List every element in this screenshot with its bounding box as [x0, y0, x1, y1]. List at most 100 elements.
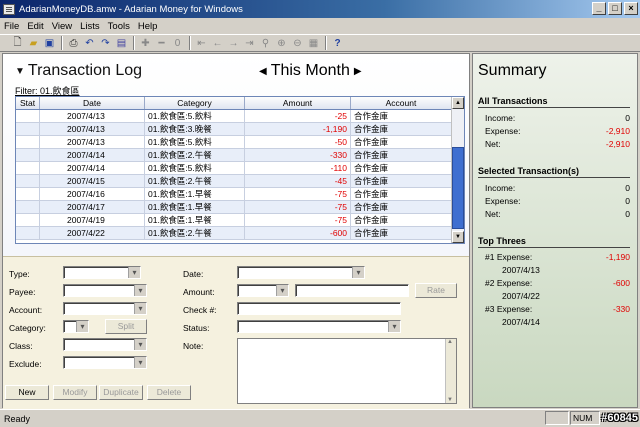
table-row[interactable]: 2007/4/17 01.飲食區:1.早餐 -75 合作金庫: [16, 201, 452, 214]
date-field[interactable]: [237, 266, 365, 279]
zoom-in-icon[interactable]: ⊕: [274, 36, 289, 50]
column-header-date[interactable]: Date: [40, 97, 145, 109]
menu-bar: File Edit View Lists Tools Help: [0, 18, 640, 34]
maximize-button[interactable]: □: [608, 2, 622, 15]
class-select[interactable]: [63, 338, 147, 351]
settings-icon[interactable]: ▦: [306, 36, 321, 50]
table-row[interactable]: 2007/4/14 01.飲食區:5.飲料 -110 合作金庫: [16, 162, 452, 175]
add-icon[interactable]: ✚: [138, 36, 153, 50]
help-icon[interactable]: ?: [330, 36, 345, 50]
top-expense-row: #3 Expense: -330: [485, 304, 630, 314]
account-cell: 合作金庫: [351, 123, 452, 135]
table-row[interactable]: 2007/4/13 01.飲食區:5.飲料 -25 合作金庫: [16, 110, 452, 123]
menu-view[interactable]: View: [52, 21, 72, 32]
last-icon[interactable]: ⇥: [242, 36, 257, 50]
column-header-amount[interactable]: Amount: [245, 97, 351, 109]
undo-icon[interactable]: ↶: [82, 36, 97, 50]
search-icon[interactable]: ⚲: [258, 36, 273, 50]
amount-cell: -50: [245, 136, 351, 148]
table-row[interactable]: 2007/4/13 01.飲食區:5.飲料 -50 合作金庫: [16, 136, 452, 149]
date-cell: 2007/4/13: [40, 123, 145, 135]
amount-label: Amount:: [183, 287, 215, 297]
category-cell: 01.飲食區:1.早餐: [145, 214, 245, 226]
grid-scrollbar[interactable]: ▲ ▼: [451, 97, 464, 243]
split-button[interactable]: Split: [105, 319, 147, 334]
column-header-stat[interactable]: Stat: [16, 97, 40, 109]
rate-button[interactable]: Rate: [415, 283, 457, 298]
check-number-label: Check #:: [183, 305, 217, 315]
modify-button[interactable]: Modify: [53, 385, 97, 400]
date-cell: 2007/4/14: [40, 149, 145, 161]
menu-help[interactable]: Help: [138, 21, 158, 32]
category-cell: 01.飲食區:5.飲料: [145, 162, 245, 174]
menu-lists[interactable]: Lists: [80, 21, 100, 32]
transaction-form: Type: Payee: Account: Category: Split Cl…: [3, 256, 469, 409]
table-row[interactable]: 2007/4/13 01.飲食區:3.晚餐 -1,190 合作金庫: [16, 123, 452, 136]
delete-button[interactable]: Delete: [147, 385, 191, 400]
note-textarea[interactable]: [237, 338, 457, 404]
duplicate-button[interactable]: Duplicate: [99, 385, 143, 400]
minimize-button[interactable]: _: [592, 2, 606, 15]
amount-field[interactable]: [295, 284, 409, 297]
column-header-account[interactable]: Account: [351, 97, 452, 109]
table-row[interactable]: 2007/4/22 01.飲食區:2.午餐 -600 合作金庫: [16, 227, 452, 240]
income-label: Income:: [485, 113, 516, 123]
menu-tools[interactable]: Tools: [108, 21, 130, 32]
scroll-thumb[interactable]: [452, 147, 464, 229]
amount-cell: -75: [245, 188, 351, 200]
summary-pane: Summary All Transactions Income: 0 Expens…: [472, 53, 638, 408]
next-period-icon[interactable]: ▶: [354, 66, 362, 77]
prev-icon[interactable]: ←: [210, 36, 225, 50]
status-select[interactable]: [237, 320, 401, 333]
top-expense-value: -600: [612, 278, 630, 288]
amount-cell: -1,190: [245, 123, 351, 135]
scroll-up-icon[interactable]: ▲: [452, 97, 464, 109]
menu-file[interactable]: File: [4, 21, 19, 32]
table-row[interactable]: 2007/4/14 01.飲食區:2.午餐 -330 合作金庫: [16, 149, 452, 162]
report-icon[interactable]: ▤: [114, 36, 129, 50]
date-cell: 2007/4/17: [40, 201, 145, 213]
transaction-log-title[interactable]: ▼ Transaction Log: [15, 62, 142, 80]
previous-period-icon[interactable]: ◀: [259, 66, 267, 77]
account-select[interactable]: [63, 302, 147, 315]
account-cell: 合作金庫: [351, 136, 452, 148]
new-button[interactable]: New: [5, 385, 49, 400]
scroll-down-icon[interactable]: ▼: [452, 231, 464, 243]
redo-icon[interactable]: ↷: [98, 36, 113, 50]
zero-icon[interactable]: 0: [170, 36, 185, 50]
toolbar-separator: [189, 36, 191, 50]
new-icon[interactable]: 🗋: [10, 36, 25, 50]
save-icon[interactable]: ▣: [42, 36, 57, 50]
payee-label: Payee:: [9, 287, 36, 297]
close-button[interactable]: ×: [624, 2, 638, 15]
table-row[interactable]: 2007/4/19 01.飲食區:1.早餐 -75 合作金庫: [16, 214, 452, 227]
top-expense-date: 2007/4/13: [502, 265, 540, 275]
table-row[interactable]: 2007/4/16 01.飲食區:1.早餐 -75 合作金庫: [16, 188, 452, 201]
first-icon[interactable]: ⇤: [194, 36, 209, 50]
column-header-category[interactable]: Category: [145, 97, 245, 109]
category-cell: 01.飲食區:5.飲料: [145, 136, 245, 148]
check-number-field[interactable]: [237, 302, 401, 315]
title-bar: AdarianMoneyDB.amw - Adarian Money for W…: [0, 0, 640, 18]
payee-select[interactable]: [63, 284, 147, 297]
currency-select[interactable]: [237, 284, 289, 297]
zoom-out-icon[interactable]: ⊖: [290, 36, 305, 50]
category-select[interactable]: [63, 320, 89, 333]
print-icon[interactable]: ⎙: [66, 36, 81, 50]
type-select[interactable]: [63, 266, 141, 279]
remove-icon[interactable]: ━: [154, 36, 169, 50]
income-value: 0: [625, 113, 630, 123]
menu-edit[interactable]: Edit: [27, 21, 43, 32]
all-net-row: Net: -2,910: [485, 139, 630, 149]
watermark: #60845: [601, 412, 638, 424]
net-value: 0: [625, 209, 630, 219]
account-cell: 合作金庫: [351, 201, 452, 213]
exclude-select[interactable]: [63, 356, 147, 369]
date-cell: 2007/4/13: [40, 136, 145, 148]
transaction-pane: ▼ Transaction Log ◀ This Month ▶ Filter:…: [2, 53, 470, 409]
next-icon[interactable]: →: [226, 36, 241, 50]
table-row[interactable]: 2007/4/15 01.飲食區:2.午餐 -45 合作金庫: [16, 175, 452, 188]
note-scrollbar[interactable]: [445, 339, 456, 403]
app-icon: [3, 3, 15, 15]
open-icon[interactable]: ▰: [26, 36, 41, 50]
